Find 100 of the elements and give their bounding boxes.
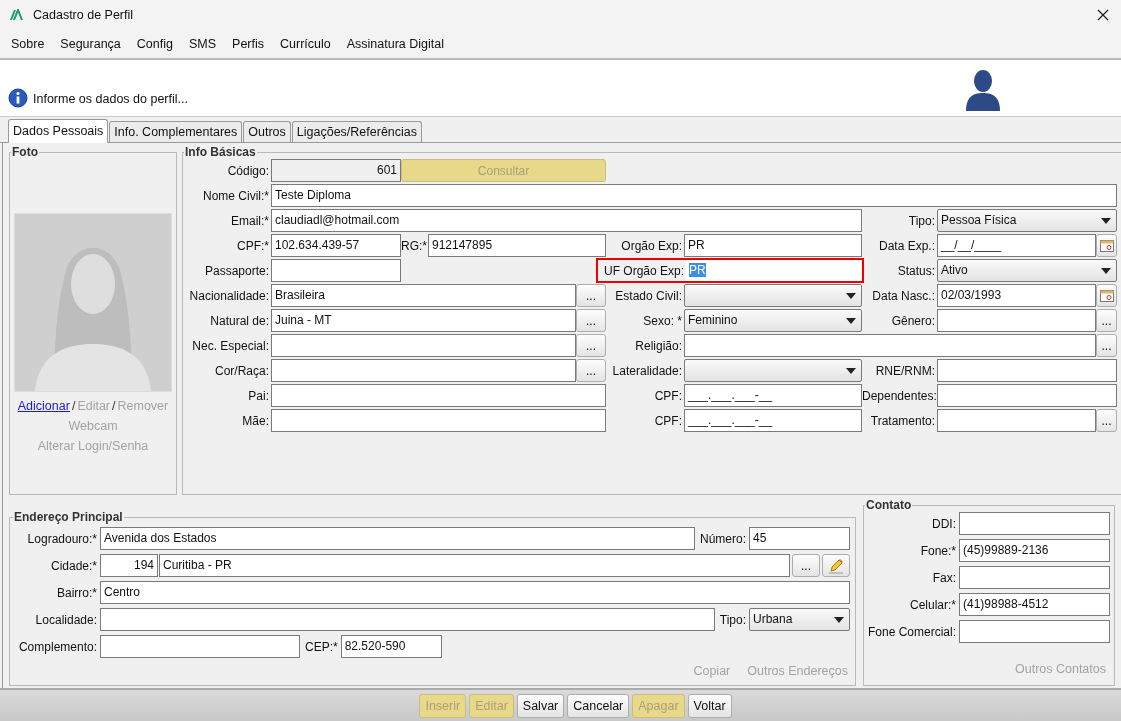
- calendar-button[interactable]: [1096, 234, 1117, 257]
- input-field[interactable]: Juina - MT: [271, 309, 576, 332]
- dropdown[interactable]: Urbana: [749, 608, 850, 631]
- info-icon: [8, 88, 28, 108]
- browse-button[interactable]: ...: [792, 554, 820, 577]
- separator-text: /: [112, 398, 116, 415]
- browse-button[interactable]: ...: [1096, 309, 1117, 332]
- dropdown[interactable]: Pessoa Física: [937, 209, 1117, 232]
- field-label: Nacionalidade:: [188, 288, 270, 303]
- input-field[interactable]: Avenida dos Estados: [100, 527, 695, 550]
- menu-item[interactable]: Config: [136, 37, 173, 51]
- input-field[interactable]: 912147895: [428, 234, 606, 257]
- group-title: Contato: [865, 498, 913, 512]
- input-field[interactable]: 102.634.439-57: [271, 234, 401, 257]
- dropdown[interactable]: [684, 284, 862, 307]
- input-field[interactable]: PR: [684, 234, 862, 257]
- field-label: Data Nasc.:: [871, 288, 936, 303]
- input-field[interactable]: [271, 384, 606, 407]
- input-field[interactable]: claudiadl@hotmail.com: [271, 209, 862, 232]
- input-field[interactable]: [937, 384, 1117, 407]
- group-title: Endereço Principal: [13, 510, 124, 524]
- app-logo-icon: [10, 9, 24, 21]
- pencil-button[interactable]: [822, 554, 850, 577]
- input-field[interactable]: [937, 409, 1096, 432]
- browse-button[interactable]: ...: [576, 359, 606, 382]
- menu-item[interactable]: Assinatura Digital: [346, 37, 444, 51]
- field-label: Estado Civil:: [614, 288, 683, 303]
- action-button[interactable]: Cancelar: [567, 693, 630, 718]
- input-field[interactable]: [937, 309, 1096, 332]
- field-label: Passaporte:: [203, 263, 270, 278]
- caret-icon: [834, 616, 844, 623]
- separator-text: /: [71, 398, 76, 415]
- action-button[interactable]: Salvar: [516, 693, 565, 718]
- field-label: Fone Comercial:: [868, 624, 958, 639]
- calendar-button[interactable]: [1096, 284, 1117, 307]
- menu-item[interactable]: Sobre: [11, 37, 45, 51]
- field-label: CPF:: [653, 413, 683, 428]
- user-silhouette-icon: [965, 69, 1001, 111]
- input-field[interactable]: [959, 512, 1110, 535]
- input-field[interactable]: 45: [749, 527, 850, 550]
- browse-button[interactable]: ...: [576, 284, 606, 307]
- field-label: Natural de:: [209, 313, 270, 328]
- input-field[interactable]: Brasileira: [271, 284, 576, 307]
- input-field[interactable]: Teste Diploma: [271, 184, 1117, 207]
- tab[interactable]: Dados Pessoais: [8, 119, 109, 143]
- field-label: Logradouro:*: [26, 531, 98, 546]
- menu-item[interactable]: SMS: [188, 37, 217, 51]
- input-field[interactable]: __/__/____: [937, 234, 1096, 257]
- field-label: Bairro:*: [56, 585, 98, 600]
- field-label: Cidade:*: [49, 558, 98, 573]
- tab[interactable]: Info. Complementares: [109, 121, 243, 142]
- avatar-silhouette-icon: [14, 213, 172, 392]
- input-field[interactable]: ___.___.___-__: [684, 409, 862, 432]
- field-label: Nec. Especial:: [191, 338, 270, 353]
- input-field[interactable]: (45)99889-2136: [959, 539, 1110, 562]
- field-label: Cor/Raça:: [213, 363, 270, 378]
- field-label: Data Exp.:: [877, 238, 936, 253]
- dropdown[interactable]: Ativo: [937, 259, 1117, 282]
- input-field[interactable]: [271, 334, 576, 357]
- input-field[interactable]: [271, 359, 576, 382]
- input-field[interactable]: 194: [100, 554, 158, 577]
- input-field[interactable]: [937, 359, 1117, 382]
- menu-item[interactable]: Perfis: [232, 37, 264, 51]
- browse-button[interactable]: ...: [1096, 334, 1117, 357]
- menu-item[interactable]: Segurança: [60, 37, 121, 51]
- action-button[interactable]: Voltar: [687, 693, 732, 718]
- input-field[interactable]: [271, 259, 401, 282]
- input-field[interactable]: [100, 635, 300, 658]
- browse-button[interactable]: ...: [1096, 409, 1117, 432]
- field-label: Dependentes:: [862, 388, 937, 403]
- input-field[interactable]: Curitiba - PR: [159, 554, 790, 577]
- field-label: Fax:: [931, 570, 957, 585]
- dropdown[interactable]: [684, 359, 862, 382]
- field-label: Status:: [896, 263, 936, 278]
- pencil-icon: [828, 557, 844, 574]
- close-icon[interactable]: [1097, 9, 1109, 21]
- input-field[interactable]: 601: [271, 159, 401, 182]
- calendar-icon: [1099, 239, 1114, 252]
- browse-button[interactable]: ...: [576, 334, 606, 357]
- input-field[interactable]: 82.520-590: [340, 635, 442, 658]
- input-field[interactable]: [684, 334, 1096, 357]
- menu-item[interactable]: Currículo: [280, 37, 331, 51]
- input-field[interactable]: Centro: [100, 581, 850, 604]
- input-field[interactable]: [959, 620, 1110, 643]
- field-label: Sexo: *: [642, 313, 683, 328]
- caret-icon: [1101, 217, 1111, 224]
- tab[interactable]: Outros: [243, 121, 291, 142]
- input-field[interactable]: [959, 566, 1110, 589]
- tab[interactable]: Ligações/Referências: [291, 121, 423, 142]
- input-field[interactable]: [271, 409, 606, 432]
- field-label: Gênero:: [890, 313, 936, 328]
- field-label: Orgão Exp:: [620, 238, 683, 253]
- browse-button[interactable]: ...: [576, 309, 606, 332]
- dropdown[interactable]: Feminino: [684, 309, 862, 332]
- input-field[interactable]: [100, 608, 715, 631]
- input-field[interactable]: (41)98988-4512: [959, 593, 1110, 616]
- photo-link[interactable]: Adicionar: [17, 396, 70, 416]
- input-field[interactable]: 02/03/1993: [937, 284, 1096, 307]
- field-label: Número:: [699, 531, 747, 546]
- input-field[interactable]: ___.___.___-__: [684, 384, 862, 407]
